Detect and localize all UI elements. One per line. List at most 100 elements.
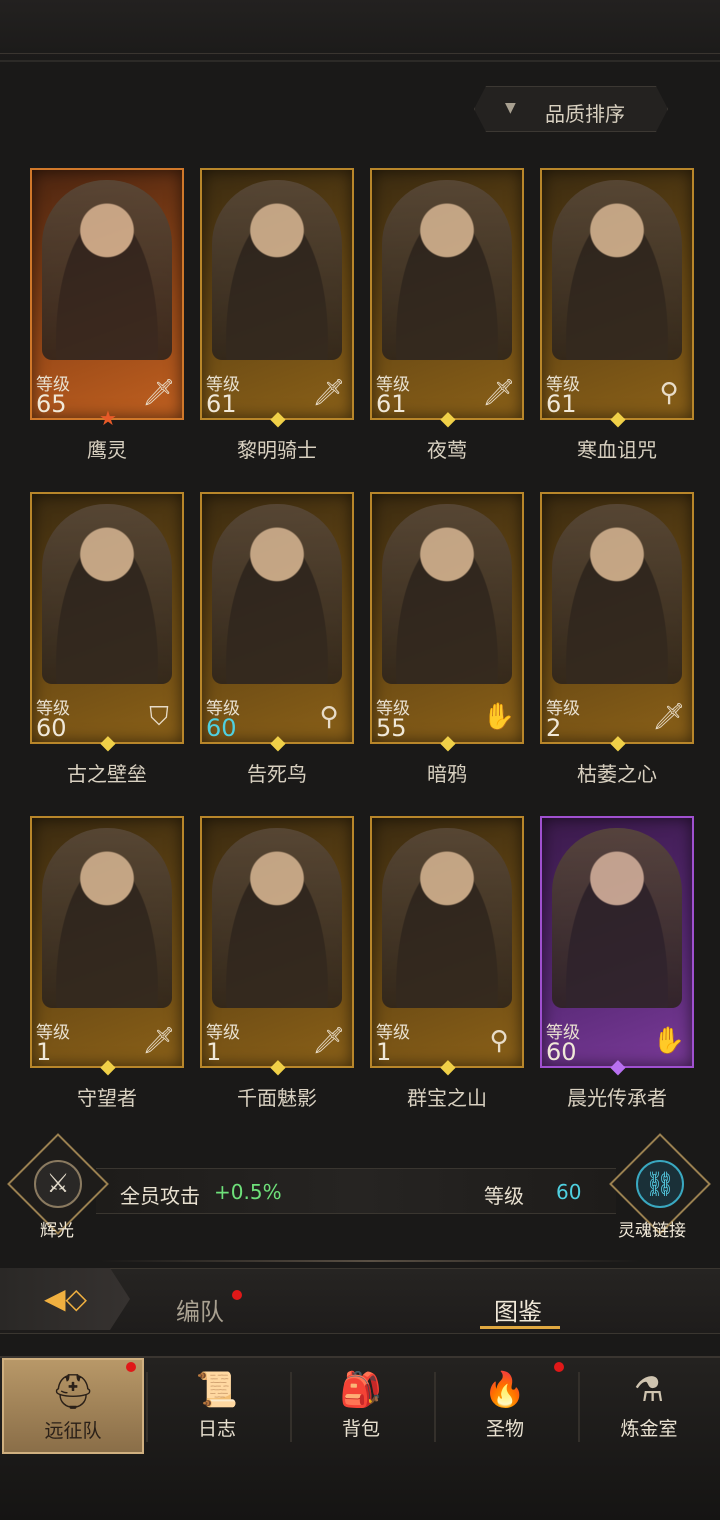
nav-alchemy[interactable]: ⚗ 炼金室 xyxy=(578,1358,720,1454)
level-value: 65 xyxy=(36,390,67,418)
star-icon: ◆ xyxy=(270,1054,286,1078)
hero-name: 千面魅影 xyxy=(237,1086,317,1110)
sword-icon: 🗡 xyxy=(482,378,516,408)
staff-icon: ⚲ xyxy=(659,378,679,408)
hero-card[interactable]: 等级 61 ⚲ ◆ xyxy=(540,168,694,430)
level-value: 61 xyxy=(376,390,407,418)
hero-portrait xyxy=(212,828,342,1008)
hero-card[interactable]: 等级 1 🗡 ◆ xyxy=(200,816,354,1078)
level-value: 1 xyxy=(206,1038,222,1066)
staff-icon: ⚲ xyxy=(489,1026,509,1056)
nav-backpack[interactable]: 🎒 背包 xyxy=(290,1358,432,1454)
nav-label: 日志 xyxy=(197,1418,236,1440)
torch-icon: 🔥 xyxy=(483,1370,527,1410)
level-value: 60 xyxy=(36,714,67,742)
tab-gallery[interactable]: 图鉴 xyxy=(494,1292,542,1327)
level-value: 61 xyxy=(206,390,237,418)
divider xyxy=(100,1260,640,1262)
star-icon: ★ xyxy=(99,406,117,430)
hero-name: 暗鸦 xyxy=(427,762,467,786)
hero-name: 告死鸟 xyxy=(247,762,307,786)
soul-link-label: 灵魂链接 xyxy=(618,1221,686,1241)
hero-card[interactable]: 等级 2 🗡 ◆ xyxy=(540,492,694,754)
hero-name: 寒血诅咒 xyxy=(577,438,657,462)
nav-label: 炼金室 xyxy=(620,1418,678,1440)
hero-name: 枯萎之心 xyxy=(577,762,657,786)
triangle-down-icon: ▼ xyxy=(505,100,516,116)
sword-emblem-icon: ⚔ xyxy=(34,1160,82,1208)
hero-portrait xyxy=(382,180,512,360)
sword-icon: 🗡 xyxy=(142,378,176,408)
back-button[interactable]: ◀◇ xyxy=(0,1268,130,1330)
hero-card[interactable]: 等级 65 🗡 ★ xyxy=(30,168,184,430)
hero-portrait xyxy=(42,180,172,360)
hero-card[interactable]: 等级 1 🗡 ◆ xyxy=(30,816,184,1078)
viking-helmet-icon: ⛑ xyxy=(51,1372,95,1412)
soul-level-label: 等级 xyxy=(484,1184,524,1208)
shield-icon: ⛉ xyxy=(149,702,169,732)
sword-icon: 🗡 xyxy=(652,702,686,732)
sort-quality-button[interactable]: ▼ 品质排序 xyxy=(474,86,668,132)
level-value: 60 xyxy=(546,1038,577,1066)
sword-icon: 🗡 xyxy=(142,1026,176,1056)
hero-card[interactable]: 等级 1 ⚲ ◆ xyxy=(370,816,524,1078)
bonus-value: +0.5% xyxy=(214,1180,282,1204)
sword-icon: 🗡 xyxy=(312,378,346,408)
tab-formation[interactable]: 编队 xyxy=(176,1292,224,1327)
hand-icon: ✋ xyxy=(652,1026,686,1056)
hero-name: 黎明骑士 xyxy=(237,438,317,462)
hero-card[interactable]: 等级 61 🗡 ◆ xyxy=(370,168,524,430)
star-icon: ◆ xyxy=(440,406,456,430)
hero-card[interactable]: 等级 55 ✋ ◆ xyxy=(370,492,524,754)
level-value: 60 xyxy=(206,714,237,742)
star-icon: ◆ xyxy=(610,406,626,430)
nav-expedition[interactable]: ⛑ 远征队 xyxy=(2,1358,144,1454)
soul-level-value: 60 xyxy=(556,1180,582,1204)
nav-journal[interactable]: 📜 日志 xyxy=(146,1358,288,1454)
hero-name: 古之壁垒 xyxy=(67,762,147,786)
bonus-text: 全员攻击 xyxy=(120,1184,200,1208)
star-icon: ◆ xyxy=(440,1054,456,1078)
hero-card[interactable]: 等级 60 ⛉ ◆ xyxy=(30,492,184,754)
glory-button[interactable]: ⚔ 辉光 xyxy=(7,1133,109,1241)
hero-portrait xyxy=(382,504,512,684)
level-value: 1 xyxy=(376,1038,392,1066)
scroll-icon: 📜 xyxy=(195,1370,239,1410)
level-value: 2 xyxy=(546,714,562,742)
hero-name: 晨光传承者 xyxy=(567,1086,667,1110)
hero-portrait xyxy=(552,504,682,684)
hero-portrait xyxy=(42,828,172,1008)
bag-icon: 🎒 xyxy=(339,1370,383,1410)
soul-link-button[interactable]: ⛓ 灵魂链接 xyxy=(609,1133,711,1241)
level-value: 61 xyxy=(546,390,577,418)
notification-dot xyxy=(232,1290,242,1300)
back-arrow-icon: ◀◇ xyxy=(44,1282,88,1315)
hero-name: 夜莺 xyxy=(427,438,467,462)
hand-icon: ✋ xyxy=(482,702,516,732)
nav-label: 圣物 xyxy=(485,1418,524,1440)
notification-dot xyxy=(554,1362,564,1372)
level-value: 1 xyxy=(36,1038,52,1066)
nav-relics[interactable]: 🔥 圣物 xyxy=(434,1358,576,1454)
hero-card[interactable]: 等级 61 🗡 ◆ xyxy=(200,168,354,430)
star-icon: ◆ xyxy=(270,406,286,430)
link-icon: ⛓ xyxy=(636,1160,684,1208)
star-icon: ◆ xyxy=(270,730,286,754)
star-icon: ◆ xyxy=(440,730,456,754)
staff-icon: ⚲ xyxy=(319,702,339,732)
hero-portrait xyxy=(42,504,172,684)
alchemy-icon: ⚗ xyxy=(633,1370,665,1410)
star-icon: ◆ xyxy=(610,1054,626,1078)
level-value: 55 xyxy=(376,714,407,742)
hero-name: 鹰灵 xyxy=(87,438,127,462)
star-icon: ◆ xyxy=(610,730,626,754)
hero-portrait xyxy=(212,180,342,360)
hero-portrait xyxy=(382,828,512,1008)
notification-dot xyxy=(126,1362,136,1372)
star-icon: ◆ xyxy=(100,1054,116,1078)
hero-card[interactable]: 等级 60 ⚲ ◆ xyxy=(200,492,354,754)
hero-portrait xyxy=(552,180,682,360)
nav-label: 远征队 xyxy=(44,1420,102,1442)
glory-label: 辉光 xyxy=(40,1221,74,1241)
hero-card[interactable]: 等级 60 ✋ ◆ xyxy=(540,816,694,1078)
